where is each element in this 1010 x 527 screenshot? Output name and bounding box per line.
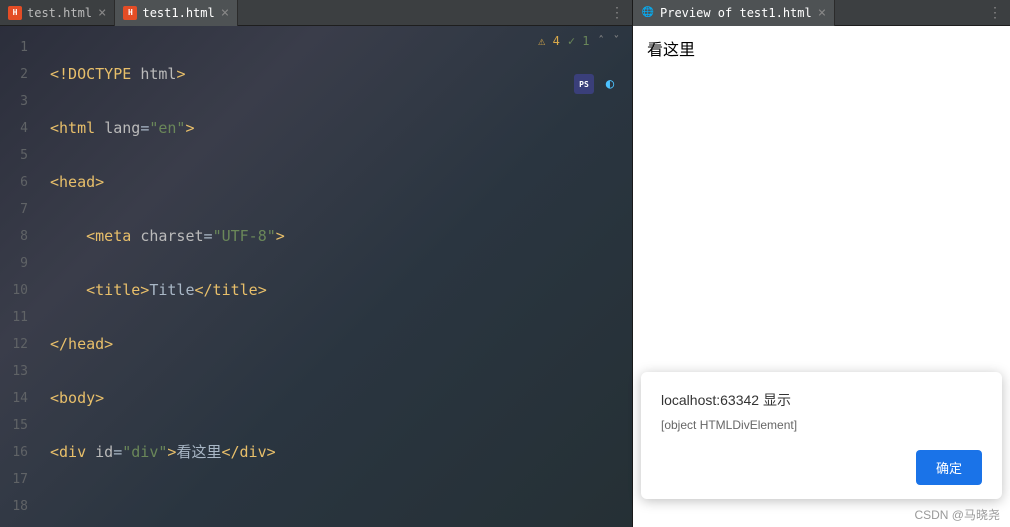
close-icon[interactable]: × (221, 5, 229, 21)
weak-warning-icon[interactable]: ✓ 1 (568, 34, 590, 48)
tab-label: Preview of test1.html (660, 6, 812, 20)
ps-browser-icon[interactable]: PS (574, 74, 594, 94)
html-file-icon: H (123, 6, 137, 20)
alert-ok-button[interactable]: 确定 (916, 450, 982, 485)
warning-icon[interactable]: ⚠ 4 (538, 34, 560, 48)
code-content[interactable]: <!DOCTYPE html> <html lang="en"> <head> … (40, 26, 632, 527)
line-number-gutter: 123 456 789 101112 131415 161718 (0, 26, 40, 527)
nav-up-icon[interactable]: ˆ (598, 34, 605, 48)
tab-preview[interactable]: 🌐 Preview of test1.html × (633, 0, 835, 26)
code-editor[interactable]: ⚠ 4 ✓ 1 ˆ ˇ PS ◐ 123 456 789 101112 1314… (0, 26, 632, 527)
alert-title: localhost:63342 显示 (661, 390, 982, 410)
tab-test-html[interactable]: H test.html × (0, 0, 115, 26)
globe-icon: 🌐 (641, 6, 655, 20)
preview-panel: 🌐 Preview of test1.html × ⋮ 看这里 localhos… (632, 0, 1010, 527)
preview-tab-bar: 🌐 Preview of test1.html × ⋮ (633, 0, 1010, 26)
editor-panel: H test.html × H test1.html × ⋮ ⚠ 4 ✓ 1 ˆ… (0, 0, 632, 527)
tab-label: test1.html (142, 6, 214, 20)
tab-menu-icon[interactable]: ⋮ (602, 5, 632, 21)
watermark: CSDN @马晓尧 (914, 506, 1000, 523)
inspection-indicators: ⚠ 4 ✓ 1 ˆ ˇ (538, 34, 620, 48)
preview-body[interactable]: 看这里 localhost:63342 显示 [object HTMLDivEl… (633, 26, 1010, 527)
close-icon[interactable]: × (818, 5, 826, 21)
close-icon[interactable]: × (98, 5, 106, 21)
preview-div[interactable]: 看这里 (647, 36, 996, 60)
browser-launchers: PS ◐ (574, 74, 620, 94)
tab-label: test.html (27, 6, 92, 20)
nav-down-icon[interactable]: ˇ (613, 34, 620, 48)
editor-tab-bar: H test.html × H test1.html × ⋮ (0, 0, 632, 26)
alert-message: [object HTMLDivElement] (661, 418, 982, 432)
html-file-icon: H (8, 6, 22, 20)
edge-browser-icon[interactable]: ◐ (600, 74, 620, 94)
tab-test1-html[interactable]: H test1.html × (115, 0, 238, 26)
alert-dialog: localhost:63342 显示 [object HTMLDivElemen… (641, 372, 1002, 499)
tab-menu-icon[interactable]: ⋮ (980, 5, 1010, 21)
